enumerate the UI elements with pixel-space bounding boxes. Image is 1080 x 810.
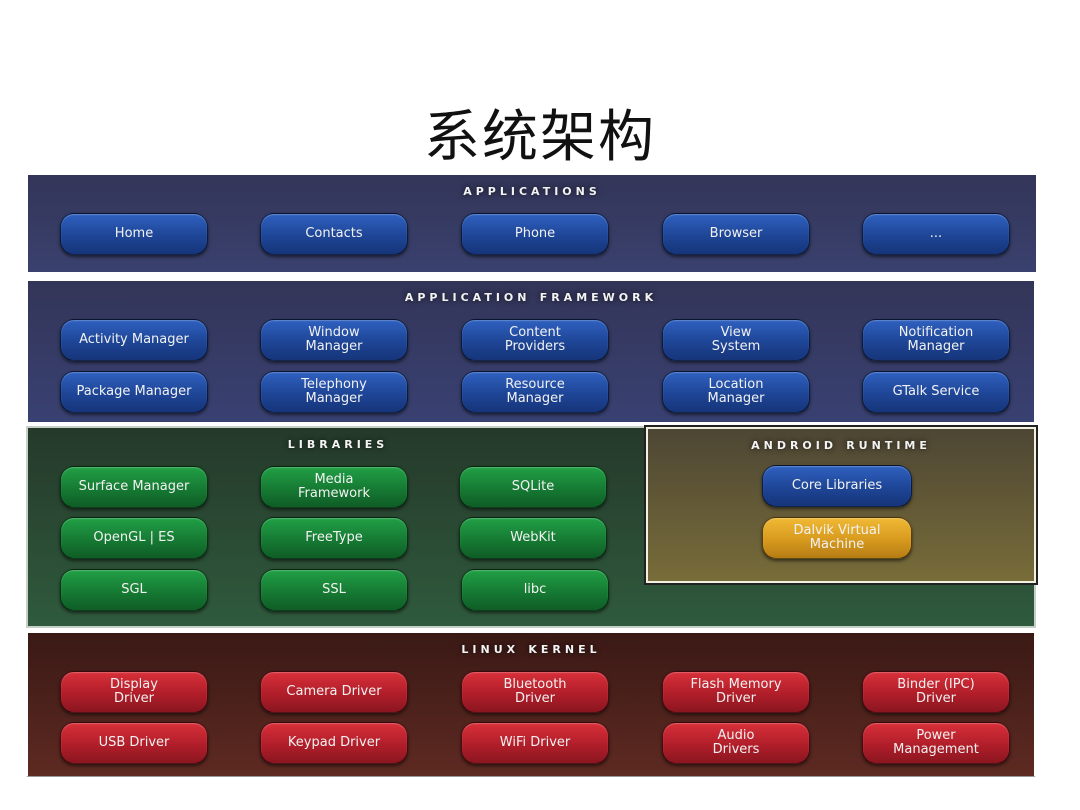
lib-sqlite[interactable]: SQLite	[459, 466, 607, 508]
box-label: Resource Manager	[505, 377, 565, 406]
app-phone[interactable]: Phone	[461, 213, 609, 255]
app-more[interactable]: ...	[862, 213, 1010, 255]
box-label: Media Framework	[298, 472, 370, 501]
kernel-display-driver[interactable]: Display Driver	[60, 671, 208, 713]
kernel-usb-driver[interactable]: USB Driver	[60, 722, 208, 764]
box-label: Display Driver	[110, 677, 158, 706]
framework-gtalk-service[interactable]: GTalk Service	[862, 371, 1010, 413]
box-label: Notification Manager	[898, 325, 974, 354]
box-label: View System	[711, 325, 761, 354]
box-label: FreeType	[305, 530, 363, 545]
box-label: Flash Memory Driver	[690, 677, 782, 706]
lib-freetype[interactable]: FreeType	[260, 517, 408, 559]
box-label: SQLite	[511, 479, 555, 494]
box-label: Location Manager	[707, 377, 765, 406]
framework-activity-manager[interactable]: Activity Manager	[60, 319, 208, 361]
box-label: OpenGL | ES	[93, 530, 175, 545]
lib-media-framework[interactable]: Media Framework	[260, 466, 408, 508]
box-label: SGL	[121, 582, 147, 597]
box-label: Browser	[709, 226, 763, 241]
runtime-core-libraries[interactable]: Core Libraries	[762, 465, 912, 507]
lib-ssl[interactable]: SSL	[260, 569, 408, 611]
box-label: Phone	[514, 226, 556, 241]
box-label: SSL	[322, 582, 346, 597]
box-label: WebKit	[510, 530, 556, 545]
box-label: Core Libraries	[791, 478, 883, 493]
page-title: 系统架构	[424, 105, 656, 170]
lib-sgl[interactable]: SGL	[60, 569, 208, 611]
framework-layer: Application Framework Activity Manager W…	[26, 279, 1036, 424]
lib-libc[interactable]: libc	[461, 569, 609, 611]
kernel-layer-title: Linux Kernel	[461, 639, 601, 657]
kernel-bluetooth-driver[interactable]: Bluetooth Driver	[461, 671, 609, 713]
libraries-layer-title: Libraries	[287, 434, 389, 452]
linux-kernel-layer: Linux Kernel Display Driver Camera Drive…	[26, 631, 1036, 777]
box-label: Content Providers	[504, 325, 566, 354]
box-label: Surface Manager	[78, 479, 190, 494]
android-runtime-layer: Android Runtime Core Libraries Dalvik Vi…	[644, 425, 1038, 585]
kernel-keypad-driver[interactable]: Keypad Driver	[260, 722, 408, 764]
framework-location-manager[interactable]: Location Manager	[662, 371, 810, 413]
lib-webkit[interactable]: WebKit	[459, 517, 607, 559]
box-label: Camera Driver	[286, 684, 382, 699]
box-label: Dalvik Virtual Machine	[793, 523, 881, 552]
framework-layer-title: Application Framework	[404, 287, 658, 305]
box-label: Telephony Manager	[301, 377, 367, 406]
box-label: Activity Manager	[79, 332, 189, 347]
lib-surface-manager[interactable]: Surface Manager	[60, 466, 208, 508]
box-label: ...	[929, 226, 943, 241]
kernel-power-management[interactable]: Power Management	[862, 722, 1010, 764]
framework-package-manager[interactable]: Package Manager	[60, 371, 208, 413]
app-home[interactable]: Home	[60, 213, 208, 255]
box-label: Window Manager	[305, 325, 363, 354]
box-label: Audio Drivers	[712, 728, 760, 757]
box-label: Bluetooth Driver	[503, 677, 567, 706]
framework-window-manager[interactable]: Window Manager	[260, 319, 408, 361]
box-label: Binder (IPC) Driver	[897, 677, 975, 706]
runtime-dalvik-vm[interactable]: Dalvik Virtual Machine	[762, 517, 912, 559]
box-label: libc	[523, 582, 547, 597]
applications-layer-title: Applications	[463, 181, 601, 199]
box-label: GTalk Service	[892, 384, 980, 399]
app-contacts[interactable]: Contacts	[260, 213, 408, 255]
box-label: WiFi Driver	[499, 735, 571, 750]
framework-notification-manager[interactable]: Notification Manager	[862, 319, 1010, 361]
framework-telephony-manager[interactable]: Telephony Manager	[260, 371, 408, 413]
framework-resource-manager[interactable]: Resource Manager	[461, 371, 609, 413]
applications-layer: Applications Home Contacts Phone Browser…	[26, 175, 1036, 275]
framework-view-system[interactable]: View System	[662, 319, 810, 361]
kernel-flash-memory-driver[interactable]: Flash Memory Driver	[662, 671, 810, 713]
box-label: Keypad Driver	[287, 735, 381, 750]
kernel-camera-driver[interactable]: Camera Driver	[260, 671, 408, 713]
kernel-wifi-driver[interactable]: WiFi Driver	[461, 722, 609, 764]
kernel-binder-ipc-driver[interactable]: Binder (IPC) Driver	[862, 671, 1010, 713]
runtime-layer-title: Android Runtime	[751, 435, 931, 453]
box-label: Contacts	[305, 226, 363, 241]
framework-content-providers[interactable]: Content Providers	[461, 319, 609, 361]
box-label: USB Driver	[98, 735, 170, 750]
kernel-audio-drivers[interactable]: Audio Drivers	[662, 722, 810, 764]
lib-opengl-es[interactable]: OpenGL | ES	[60, 517, 208, 559]
box-label: Package Manager	[76, 384, 192, 399]
box-label: Home	[114, 226, 154, 241]
box-label: Power Management	[893, 728, 979, 757]
app-browser[interactable]: Browser	[662, 213, 810, 255]
